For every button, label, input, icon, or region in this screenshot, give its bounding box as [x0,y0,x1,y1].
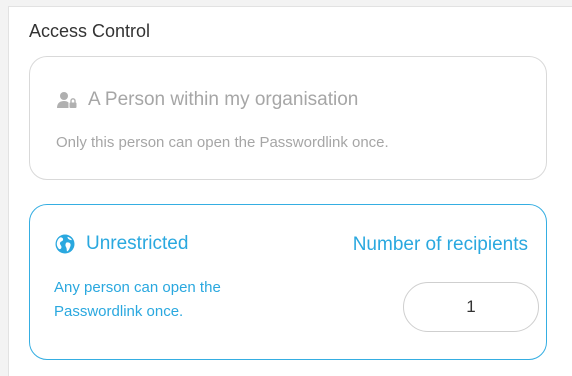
option-unrestricted-title: Unrestricted [86,233,189,254]
person-lock-icon [56,89,78,111]
option-person-heading: A Person within my organisation [56,89,358,111]
option-card-unrestricted[interactable]: Unrestricted Number of recipients Any pe… [29,204,547,360]
recipients-label: Number of recipients [352,234,528,255]
access-control-panel: Access Control A Person within my organi… [8,6,572,376]
globe-icon [54,233,76,255]
section-title: Access Control [29,21,151,41]
option-card-person[interactable]: A Person within my organisation Only thi… [29,56,547,180]
option-person-description: Only this person can open the Passwordli… [56,134,389,151]
option-unrestricted-heading: Unrestricted [54,233,188,255]
option-unrestricted-description: Any person can open the Passwordlink onc… [54,279,221,320]
option-person-title: A Person within my organisation [88,89,359,110]
recipients-input[interactable] [403,282,539,332]
